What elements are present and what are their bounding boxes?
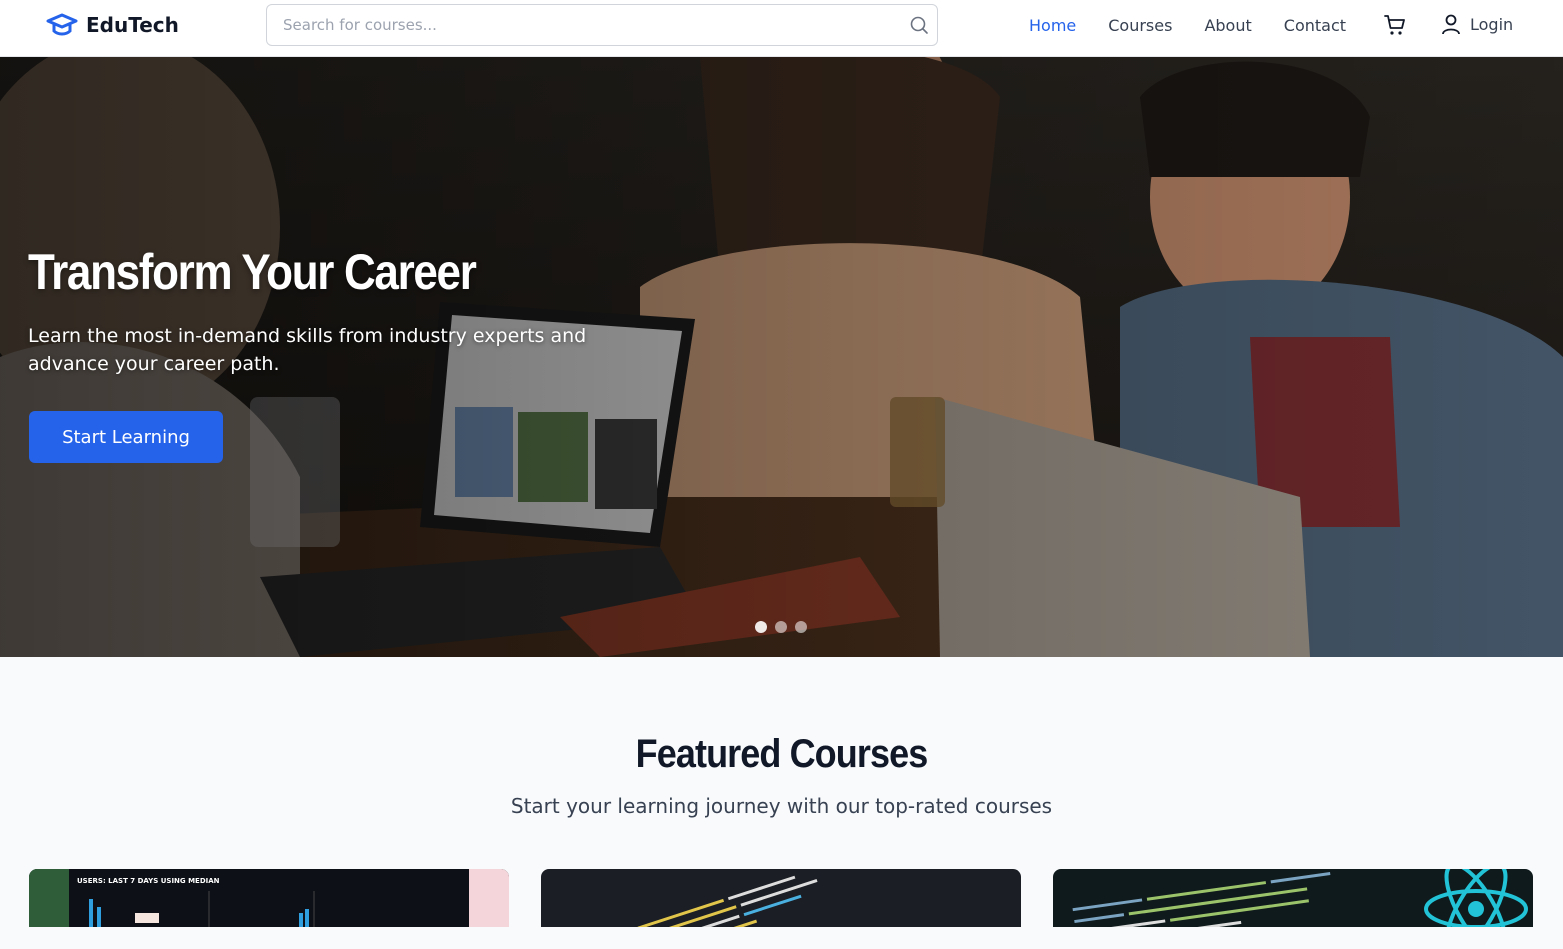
- hero-subtitle: Learn the most in-demand skills from ind…: [28, 325, 587, 375]
- site-header: EduTech Home Courses About Contact Login: [0, 0, 1563, 57]
- hero-carousel: Transform Your Career Learn the most in-…: [0, 57, 1563, 657]
- carousel-indicators: [755, 621, 807, 633]
- carousel-dot-2[interactable]: [775, 621, 787, 633]
- nav-courses[interactable]: Courses: [1108, 16, 1172, 35]
- nav-contact[interactable]: Contact: [1284, 16, 1346, 35]
- course-card-3[interactable]: [1053, 869, 1533, 949]
- search-icon[interactable]: [909, 15, 929, 35]
- cart-icon[interactable]: [1383, 13, 1407, 37]
- logo-text: EduTech: [86, 13, 179, 37]
- login-button[interactable]: Login: [1440, 13, 1513, 35]
- course-card-2[interactable]: [541, 869, 1021, 949]
- start-learning-button[interactable]: Start Learning: [29, 411, 223, 463]
- featured-subtitle: Start your learning journey with our top…: [510, 794, 1053, 818]
- carousel-dot-3[interactable]: [795, 621, 807, 633]
- course-thumb-text-1: USERS: LAST 7 DAYS USING MEDIAN: [77, 877, 220, 885]
- nav-about[interactable]: About: [1204, 16, 1251, 35]
- logo[interactable]: EduTech: [46, 12, 179, 38]
- course-thumbnail-2: [541, 869, 1021, 927]
- main-nav: Home Courses About Contact: [1029, 14, 1378, 36]
- course-card-1[interactable]: USERS: LAST 7 DAYS USING MEDIAN: [29, 869, 509, 949]
- carousel-dot-1[interactable]: [755, 621, 767, 633]
- course-thumbnail-1: USERS: LAST 7 DAYS USING MEDIAN: [29, 869, 509, 927]
- featured-title: Featured Courses: [635, 732, 929, 776]
- course-thumbnail-3: [1053, 869, 1533, 927]
- login-label: Login: [1470, 14, 1514, 34]
- hero-title: Transform Your Career: [28, 244, 477, 300]
- graduation-cap-icon: [46, 13, 78, 36]
- user-icon: [1442, 14, 1460, 35]
- nav-home[interactable]: Home: [1029, 16, 1076, 35]
- search-input[interactable]: [267, 5, 897, 45]
- search-box: [266, 4, 938, 46]
